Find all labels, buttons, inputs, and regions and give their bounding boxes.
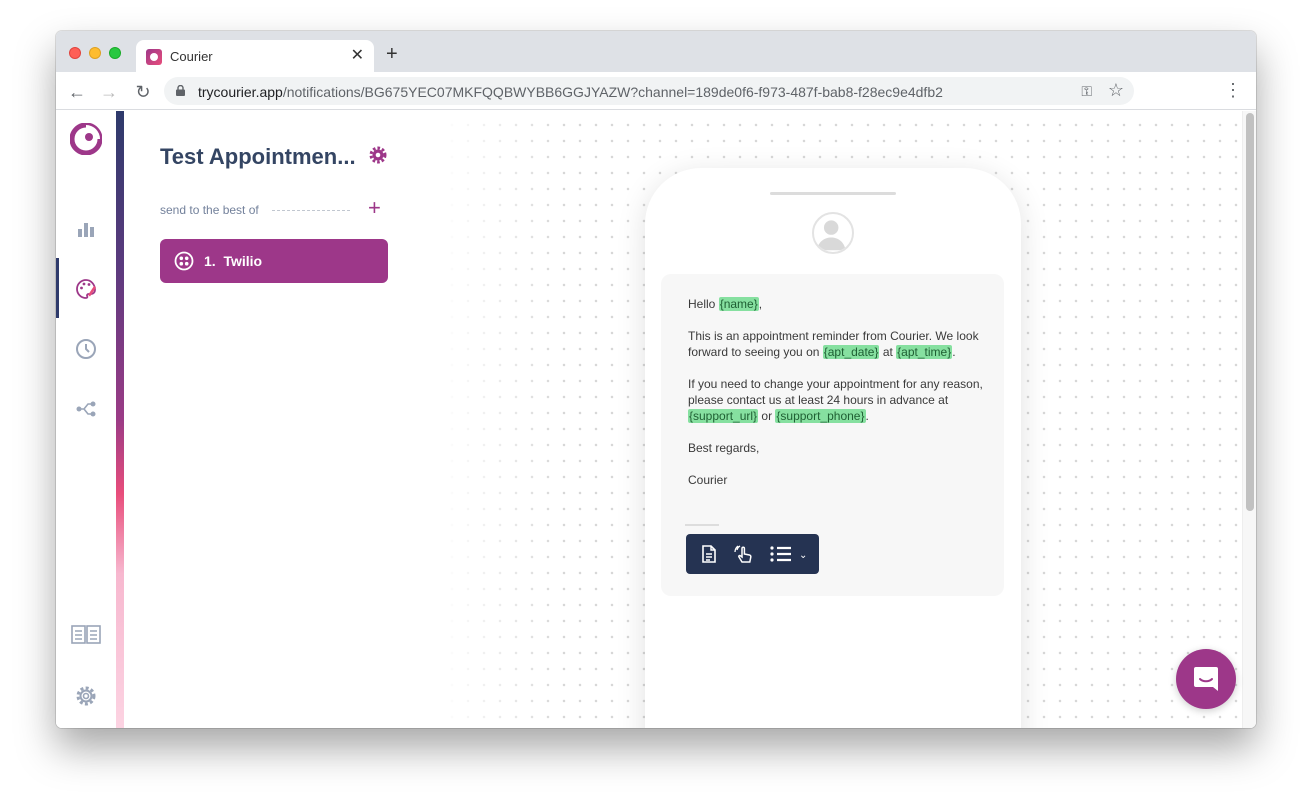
notification-title[interactable]: Test Appointmen... — [160, 144, 356, 170]
notification-settings-gear-icon[interactable] — [368, 145, 388, 165]
reminder-text-at: at — [879, 345, 897, 359]
strategy-divider — [272, 210, 350, 211]
app-content: Test Appointmen... send to the best of +… — [56, 111, 1256, 728]
canvas-fade — [440, 111, 560, 728]
clock-icon[interactable] — [74, 337, 98, 361]
sidebar-ribbon — [116, 111, 124, 728]
close-window-button[interactable] — [69, 47, 81, 59]
phone-preview: Hello {name}, This is an appointment rem… — [645, 168, 1021, 728]
variable-support-phone[interactable]: {support_phone} — [775, 409, 866, 423]
channel-index: 1. — [204, 253, 216, 269]
lock-icon — [176, 85, 185, 96]
block-divider — [685, 524, 719, 526]
greeting-paragraph: Hello {name}, — [688, 296, 988, 312]
browser-menu-icon[interactable]: ⋮ — [1224, 81, 1242, 99]
tab-close-icon[interactable]: ✕ — [351, 45, 364, 65]
browser-window: Courier ✕ + ← → ↻ trycourier.app/notific… — [56, 31, 1256, 728]
change-text-or: or — [758, 409, 776, 423]
action-button-icon[interactable] — [733, 544, 757, 564]
scrollbar-thumb[interactable] — [1246, 113, 1254, 511]
chat-launcher-button[interactable] — [1176, 649, 1236, 709]
browser-toolbar: ← → ↻ trycourier.app/notifications/BG675… — [56, 72, 1256, 110]
key-icon[interactable]: ⚿ — [1081, 83, 1092, 100]
back-button[interactable]: ← — [66, 81, 88, 103]
channel-item-twilio[interactable]: 1. Twilio — [160, 239, 388, 283]
active-nav-indicator — [56, 258, 59, 318]
vertical-scrollbar[interactable] — [1242, 111, 1256, 728]
chat-icon — [1194, 667, 1218, 691]
forward-button[interactable]: → — [98, 81, 120, 103]
channel-panel: Test Appointmen... send to the best of +… — [124, 111, 444, 728]
change-text: If you need to change your appointment f… — [688, 377, 983, 407]
url-host: trycourier.app — [198, 84, 283, 100]
url-path: /notifications/BG675YEC07MKFQQBWYBB6GGJY… — [282, 84, 943, 100]
book-icon[interactable] — [70, 623, 102, 647]
greeting-suffix: , — [758, 297, 763, 311]
variable-name[interactable]: {name} — [718, 297, 759, 311]
variable-apt-date[interactable]: {apt_date} — [822, 345, 880, 359]
list-block-icon[interactable] — [769, 544, 793, 564]
text-block-icon[interactable] — [699, 544, 719, 564]
browser-tab[interactable]: Courier ✕ — [136, 40, 374, 72]
phone-speaker — [770, 192, 896, 195]
change-paragraph: If you need to change your appointment f… — [688, 376, 988, 424]
channel-label: 1. Twilio — [204, 253, 262, 269]
variable-support-url[interactable]: {support_url} — [688, 409, 759, 423]
url-text: trycourier.app/notifications/BG675YEC07M… — [198, 84, 943, 100]
minimize-window-button[interactable] — [89, 47, 101, 59]
tab-bar: Courier ✕ + — [56, 31, 1256, 72]
avatar-icon — [812, 212, 854, 254]
add-channel-button[interactable]: + — [368, 197, 381, 219]
greeting-text: Hello — [688, 297, 719, 311]
reload-button[interactable]: ↻ — [132, 81, 154, 103]
courier-logo[interactable] — [70, 123, 102, 155]
tab-title: Courier — [170, 49, 213, 64]
sign-off: Best regards, — [688, 441, 760, 455]
courier-favicon-icon — [146, 49, 162, 65]
variable-apt-time[interactable]: {apt_time} — [896, 345, 953, 359]
twilio-icon — [174, 251, 194, 271]
add-block-toolbar: ⌄ — [686, 534, 819, 574]
signature: Courier — [688, 473, 728, 487]
address-bar[interactable]: trycourier.app/notifications/BG675YEC07M… — [164, 77, 1134, 105]
change-period: . — [865, 409, 869, 423]
channel-name: Twilio — [223, 253, 263, 269]
share-icon[interactable] — [74, 397, 98, 421]
send-strategy-label: send to the best of — [160, 203, 259, 217]
palette-icon[interactable] — [74, 277, 98, 301]
reminder-period: . — [952, 345, 956, 359]
message-body[interactable]: Hello {name}, This is an appointment rem… — [688, 296, 988, 504]
maximize-window-button[interactable] — [109, 47, 121, 59]
bar-chart-icon[interactable] — [74, 217, 98, 241]
new-tab-button[interactable]: + — [386, 44, 398, 64]
reminder-paragraph: This is an appointment reminder from Cou… — [688, 328, 988, 360]
app-sidebar — [56, 111, 116, 728]
gear-icon[interactable] — [74, 684, 98, 708]
message-bubble[interactable]: Hello {name}, This is an appointment rem… — [661, 274, 1004, 596]
bookmark-star-icon[interactable]: ☆ — [1108, 80, 1124, 101]
chevron-down-icon[interactable]: ⌄ — [799, 550, 807, 561]
